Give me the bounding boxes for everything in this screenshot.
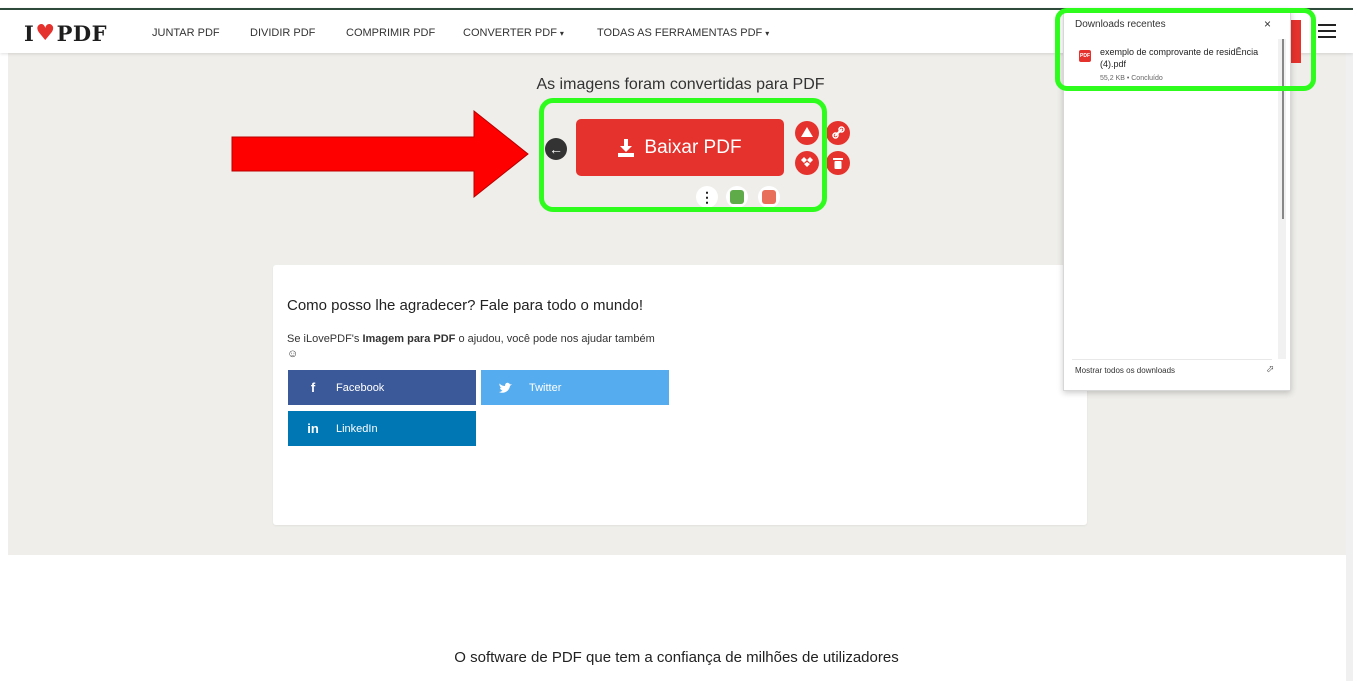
facebook-label: Facebook	[336, 381, 385, 394]
chevron-down-icon: ▾	[765, 29, 770, 38]
tool-name: Imagem para PDF	[362, 333, 456, 345]
annotation-highlight-box	[539, 98, 827, 212]
logo-text-left: I	[24, 20, 35, 46]
nav-label: CONVERTER PDF	[463, 27, 557, 39]
trust-heading: O software de PDF que tem a confiança de…	[454, 649, 899, 666]
share-text-prefix: Se iLovePDF's	[287, 333, 363, 345]
linkedin-icon: in	[307, 421, 319, 436]
twitter-share-button[interactable]: Twitter	[481, 370, 669, 405]
share-heading: Como posso lhe agradecer? Fale para todo…	[287, 297, 644, 314]
nav-label: DIVIDIR PDF	[250, 27, 316, 39]
smile-icon: ☺	[287, 348, 299, 360]
nav-label: TODAS AS FERRAMENTAS PDF	[597, 27, 763, 39]
heart-logo-icon: ♥	[35, 20, 56, 46]
chevron-down-icon: ▾	[559, 29, 564, 38]
nav-label: JUNTAR PDF	[152, 27, 220, 39]
nav-label: COMPRIMIR PDF	[346, 27, 436, 39]
share-text-suffix: o ajudou, você pode nos ajudar também	[455, 333, 655, 345]
share-text: Se iLovePDF's Imagem para PDF o ajudou, …	[287, 332, 677, 362]
twitter-icon	[499, 382, 512, 393]
nav-todas-ferramentas[interactable]: TODAS AS FERRAMENTAS PDF ▾	[597, 27, 769, 39]
annotation-highlight-downloads	[1055, 8, 1316, 91]
ilovepdf-logo[interactable]: I ♥ PDF	[24, 20, 107, 46]
divider	[1072, 359, 1272, 360]
page-scrollbar[interactable]	[1346, 53, 1353, 681]
nav-juntar-pdf[interactable]: JUNTAR PDF	[152, 27, 220, 39]
show-all-downloads-link[interactable]: Mostrar todos os downloads	[1075, 366, 1175, 375]
nav-comprimir-pdf[interactable]: COMPRIMIR PDF	[346, 27, 435, 39]
share-card: Como posso lhe agradecer? Fale para todo…	[273, 265, 1087, 525]
facebook-icon: f	[310, 380, 316, 395]
hamburger-menu-icon[interactable]	[1318, 24, 1336, 38]
open-external-icon[interactable]: ⬀	[1266, 364, 1274, 375]
trash-icon[interactable]	[826, 151, 850, 175]
twitter-label: Twitter	[529, 381, 562, 394]
nav-converter-pdf[interactable]: CONVERTER PDF ▾	[463, 27, 564, 39]
linkedin-share-button[interactable]: in LinkedIn	[288, 411, 476, 446]
nav-dividir-pdf[interactable]: DIVIDIR PDF	[250, 27, 315, 39]
link-icon[interactable]	[826, 121, 850, 145]
logo-text-right: PDF	[56, 20, 107, 46]
annotation-arrow	[231, 109, 529, 199]
facebook-share-button[interactable]: f Facebook	[288, 370, 476, 405]
linkedin-label: LinkedIn	[336, 422, 378, 435]
